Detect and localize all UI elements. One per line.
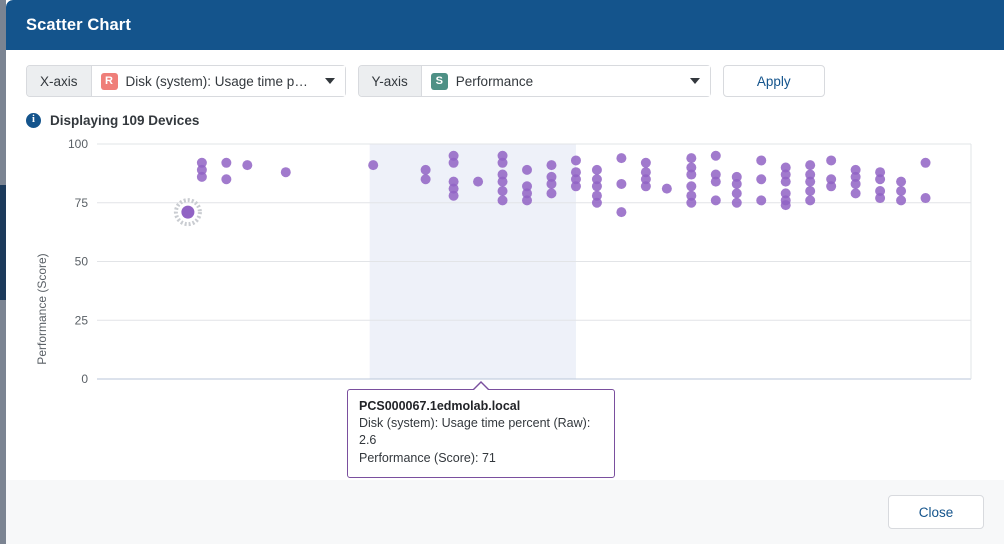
scatter-point[interactable] xyxy=(522,164,533,175)
scatter-point[interactable] xyxy=(591,197,602,208)
scatter-point[interactable] xyxy=(756,174,767,185)
chart-canvas[interactable]: 0 25 50 75 100 xyxy=(6,134,1004,404)
y-axis-control: Y-axis S Performance xyxy=(357,65,711,97)
scatter-point[interactable] xyxy=(875,174,886,185)
close-button[interactable]: Close xyxy=(888,495,984,529)
scatter-point[interactable] xyxy=(920,157,931,168)
y-axis-label: Y-axis xyxy=(358,66,422,96)
scatter-point[interactable] xyxy=(280,167,291,178)
x-axis-selected-value: Disk (system): Usage time percent xyxy=(125,73,311,89)
scatter-point[interactable] xyxy=(497,176,508,187)
axis-toolbar: X-axis R Disk (system): Usage time perce… xyxy=(6,50,1004,97)
device-count-row: i Displaying 109 Devices xyxy=(6,97,1004,128)
dialog-header: Scatter Chart xyxy=(6,0,1004,50)
scatter-point[interactable] xyxy=(591,164,602,175)
scatter-point[interactable] xyxy=(640,157,651,168)
tooltip-arrow-inner xyxy=(473,383,489,391)
scatter-point[interactable] xyxy=(221,174,232,185)
scatter-point[interactable] xyxy=(710,195,721,206)
tooltip-y-value: Performance (Score): 71 xyxy=(359,450,496,465)
scatter-point[interactable] xyxy=(686,153,697,164)
chevron-down-icon xyxy=(324,78,335,84)
scatter-chart-dialog: Scatter Chart X-axis R Disk (system): Us… xyxy=(6,0,1004,544)
scatter-point[interactable] xyxy=(710,176,721,187)
y-axis-selected-value: Performance xyxy=(455,73,534,89)
scatter-point[interactable] xyxy=(497,186,508,196)
dialog-title: Scatter Chart xyxy=(26,15,131,34)
y-tick-label: 0 xyxy=(81,372,88,386)
x-axis-dropdown[interactable]: R Disk (system): Usage time percent xyxy=(91,66,345,96)
screen-root: Scatter Chart X-axis R Disk (system): Us… xyxy=(0,0,1004,544)
scatter-point[interactable] xyxy=(546,160,557,171)
scatter-point[interactable] xyxy=(473,176,484,187)
y-axis-dropdown[interactable]: S Performance xyxy=(421,66,710,96)
y-tick-label: 50 xyxy=(75,255,89,269)
chevron-down-icon xyxy=(689,78,700,84)
scatter-point[interactable] xyxy=(805,176,816,187)
scatter-point[interactable] xyxy=(420,164,431,175)
tooltip-device-name: PCS000067.1edmolab.local xyxy=(359,399,521,413)
x-axis-control: X-axis R Disk (system): Usage time perce… xyxy=(26,65,346,97)
scatter-point[interactable] xyxy=(640,181,651,192)
scatter-point[interactable] xyxy=(731,197,742,208)
scatter-point[interactable] xyxy=(546,178,557,189)
dialog-footer: Close xyxy=(6,480,1004,544)
y-axis-title: Performance (Score) xyxy=(35,253,49,365)
scatter-chart: 0 25 50 75 100 Performance (Score) Disk (sys… xyxy=(6,134,1004,478)
y-tick-label: 75 xyxy=(75,196,89,210)
scatter-point[interactable] xyxy=(686,197,697,208)
info-icon: i xyxy=(26,113,41,128)
scatter-point[interactable] xyxy=(780,176,791,187)
score-metric-badge-icon: S xyxy=(430,72,448,90)
scatter-point[interactable] xyxy=(826,155,837,166)
scatter-point[interactable] xyxy=(497,195,508,206)
scatter-point[interactable] xyxy=(616,153,627,164)
scatter-point[interactable] xyxy=(448,157,459,168)
scatter-point[interactable] xyxy=(591,181,602,192)
scatter-point[interactable] xyxy=(616,207,627,218)
y-tick-label: 25 xyxy=(75,313,89,327)
scatter-point[interactable] xyxy=(710,150,721,161)
y-tick-label: 100 xyxy=(68,137,88,151)
scatter-point[interactable] xyxy=(805,186,816,196)
scatter-point[interactable] xyxy=(850,178,861,189)
scatter-point[interactable] xyxy=(805,195,816,206)
scatter-point[interactable] xyxy=(780,200,791,211)
scatter-point[interactable] xyxy=(731,178,742,189)
point-tooltip: PCS000067.1edmolab.local Disk (system): … xyxy=(347,381,615,478)
hovered-scatter-point[interactable] xyxy=(181,205,195,219)
scatter-point[interactable] xyxy=(368,160,379,171)
scatter-point[interactable] xyxy=(570,155,581,166)
scatter-point[interactable] xyxy=(616,178,627,189)
scatter-point[interactable] xyxy=(731,188,742,199)
scatter-point[interactable] xyxy=(686,181,697,192)
scatter-point[interactable] xyxy=(756,155,767,166)
raw-metric-badge-icon: R xyxy=(100,72,118,90)
scatter-point[interactable] xyxy=(546,188,557,199)
scatter-point[interactable] xyxy=(196,171,207,182)
scatter-point[interactable] xyxy=(896,195,907,206)
scatter-point[interactable] xyxy=(756,195,767,206)
scatter-point[interactable] xyxy=(875,193,886,204)
scatter-point[interactable] xyxy=(570,181,581,192)
tooltip-x-value: Disk (system): Usage time percent (Raw):… xyxy=(359,416,591,448)
scatter-point[interactable] xyxy=(920,193,931,204)
scatter-point[interactable] xyxy=(221,157,232,168)
scatter-point[interactable] xyxy=(805,160,816,171)
scatter-point[interactable] xyxy=(522,195,533,206)
scatter-point[interactable] xyxy=(686,169,697,180)
scatter-point[interactable] xyxy=(896,176,907,187)
scatter-point[interactable] xyxy=(497,157,508,168)
scatter-point[interactable] xyxy=(826,181,837,192)
x-axis-label: X-axis xyxy=(27,66,92,96)
scatter-point[interactable] xyxy=(850,188,861,199)
scatter-point[interactable] xyxy=(896,186,907,196)
scatter-point[interactable] xyxy=(420,174,431,185)
scatter-point[interactable] xyxy=(242,160,253,171)
apply-button[interactable]: Apply xyxy=(722,65,825,97)
scatter-point[interactable] xyxy=(448,190,459,201)
device-count-text: Displaying 109 Devices xyxy=(50,113,200,128)
scatter-point[interactable] xyxy=(661,183,672,194)
